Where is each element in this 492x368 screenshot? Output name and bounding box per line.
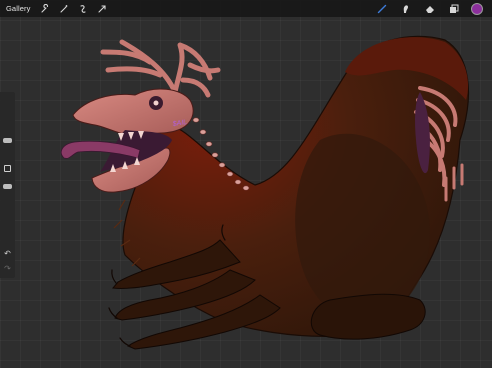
brush-size-slider[interactable] xyxy=(3,138,12,143)
transform-icon[interactable] xyxy=(95,2,109,16)
selection-icon[interactable] xyxy=(76,2,90,16)
creature-skull xyxy=(72,88,194,137)
wrench-icon[interactable] xyxy=(38,2,52,16)
opacity-slider[interactable] xyxy=(3,184,12,189)
gallery-button[interactable]: Gallery xyxy=(6,4,30,13)
drawing-canvas[interactable]: $AIL xyxy=(0,0,492,368)
brush-icon[interactable] xyxy=(375,2,389,16)
creature-antlers xyxy=(100,39,221,98)
layers-icon[interactable] xyxy=(447,2,461,16)
modify-button[interactable] xyxy=(4,165,11,172)
smudge-icon[interactable] xyxy=(399,2,413,16)
artwork-creature: $AIL xyxy=(60,35,470,350)
top-toolbar: Gallery xyxy=(0,0,492,17)
magic-wand-icon[interactable] xyxy=(57,2,71,16)
right-tools xyxy=(375,0,492,17)
left-sidebar: ↶ ↷ xyxy=(0,92,15,278)
creature-eye xyxy=(153,100,159,106)
color-picker-button[interactable] xyxy=(471,2,483,15)
creature-hindleg xyxy=(310,293,426,340)
undo-icon[interactable]: ↶ xyxy=(3,249,12,258)
redo-icon[interactable]: ↷ xyxy=(3,264,12,273)
eraser-icon[interactable] xyxy=(423,2,437,16)
